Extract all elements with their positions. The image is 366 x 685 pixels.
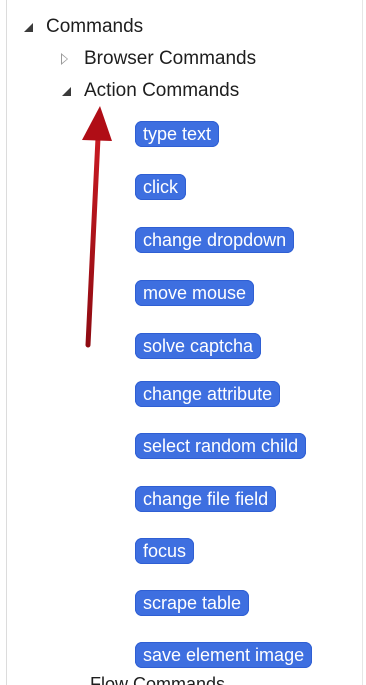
annotation-arrow-icon [82,106,112,348]
command-tree-panel: Commands Browser Commands Action Command… [0,0,366,685]
